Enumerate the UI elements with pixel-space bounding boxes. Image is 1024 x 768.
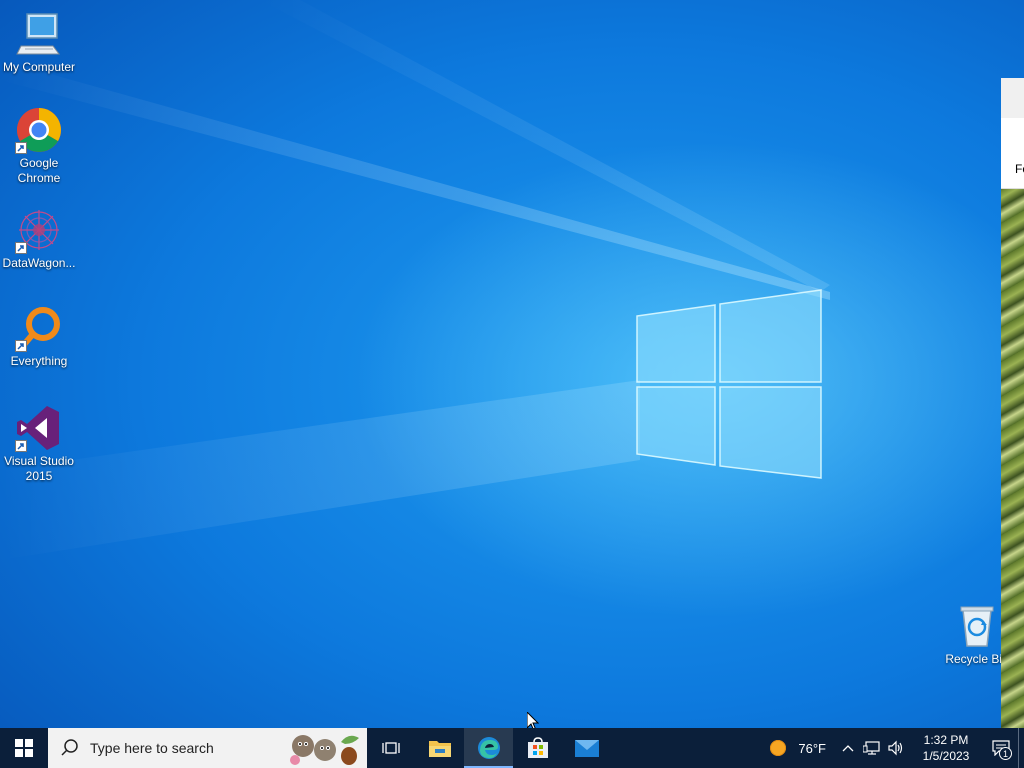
desktop-icon-everything[interactable]: Everything [0,304,78,369]
speaker-icon [888,740,903,756]
desktop[interactable]: My Computer Google Chrome DataWagon... E… [0,0,1024,728]
desktop-icon-datawagon[interactable]: DataWagon... [0,206,78,271]
weather-temperature: 76°F [798,740,826,756]
folder-icon [428,741,451,757]
partial-window-titlebar[interactable] [1001,78,1024,118]
chevron-up-icon [842,745,854,752]
shortcut-arrow-icon [15,242,27,254]
shortcut-arrow-icon [15,440,27,452]
start-button[interactable] [0,728,48,768]
sun-icon [770,740,787,756]
network-icon [863,741,880,755]
wallpaper-light-beams [0,0,830,560]
computer-icon [15,10,63,58]
shortcut-arrow-icon [15,142,27,154]
clock-time: 1:32 PM [923,733,969,747]
search-icon [61,739,78,756]
store-icon [527,737,548,758]
taskbar-app-edge[interactable] [464,728,513,768]
system-tray: 76°F 1:32 PM 1/5/2023 1 [760,728,1024,768]
notification-count-badge: 1 [999,747,1012,760]
weather-widget[interactable]: 76°F [760,728,836,768]
clock[interactable]: 1:32 PM 1/5/2023 [908,732,984,764]
show-desktop-button[interactable] [1018,728,1024,768]
volume-button[interactable] [884,728,908,768]
taskbar: 76°F 1:32 PM 1/5/2023 [0,728,1024,768]
datawagon-icon [15,206,63,254]
partial-window[interactable]: Fo [1001,78,1024,728]
task-view-icon [382,742,400,754]
show-hidden-icons-button[interactable] [836,728,860,768]
action-center-button[interactable]: 1 [984,728,1018,768]
taskbar-app-file-explorer[interactable] [415,728,464,768]
taskbar-app-store[interactable] [513,728,562,768]
desktop-icon-my-computer[interactable]: My Computer [0,10,78,75]
shortcut-arrow-icon [15,340,27,352]
search-input[interactable] [88,739,292,757]
partial-window-toolbar-label: Fo [1015,162,1024,176]
mail-icon [574,740,599,757]
desktop-icon-google-chrome[interactable]: Google Chrome [0,106,78,186]
recycle-bin-icon [953,602,1001,650]
desktop-icon-label: Google Chrome [17,156,61,185]
partial-window-toolbar: Fo [1001,118,1024,189]
taskbar-search-box[interactable] [48,728,367,768]
desktop-icon-label: Recycle Bin [945,652,1009,666]
network-button[interactable] [860,728,884,768]
desktop-icon-label: Visual Studio 2015 [4,454,74,483]
edge-icon [477,737,500,759]
taskbar-app-mail[interactable] [562,728,611,768]
everything-icon [15,304,63,352]
windows-logo-wallpaper [636,289,822,479]
partial-window-image [1001,189,1024,728]
desktop-icon-visual-studio[interactable]: Visual Studio 2015 [0,404,78,484]
chrome-icon [15,106,63,154]
search-highlight-icon[interactable] [289,730,361,766]
desktop-icon-label: Everything [10,354,68,368]
desktop-icon-label: DataWagon... [2,256,76,270]
desktop-icon-label: My Computer [2,60,76,74]
visual-studio-icon [15,404,63,452]
task-view-button[interactable] [367,728,415,768]
windows-start-icon [15,739,33,757]
clock-date: 1/5/2023 [922,749,970,763]
